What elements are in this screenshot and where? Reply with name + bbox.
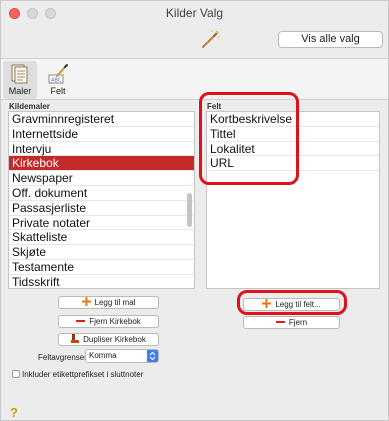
templates-scrollbar[interactable] xyxy=(187,193,192,227)
template-list-item[interactable]: Skatteliste xyxy=(9,230,194,246)
template-list-item[interactable]: Internettside xyxy=(9,127,194,142)
magic-wand-icon xyxy=(201,30,220,49)
include-label-prefix-label: Inkluder etikettprefikset i sluttnoter xyxy=(22,370,144,379)
tab-felt[interactable]: ABC Felt xyxy=(41,61,75,99)
template-list-item[interactable]: Intervju xyxy=(9,142,194,157)
add-field-highlight-annotation xyxy=(237,290,347,315)
svg-text:ABC: ABC xyxy=(51,78,62,84)
preferences-toolbar: Maler ABC Felt xyxy=(1,59,388,100)
remove-template-button[interactable]: Fjern Kirkebok xyxy=(58,315,159,328)
field-icon: ABC xyxy=(48,64,68,84)
separator-label: Feltavgrenser: xyxy=(38,353,90,362)
template-list-item[interactable]: Kirkebok xyxy=(9,156,194,172)
window-title: Kilder Valg xyxy=(165,6,224,20)
template-list-item[interactable]: Off. dokument xyxy=(9,186,194,201)
template-list-item[interactable]: Newspaper xyxy=(9,171,194,186)
duplicate-template-button[interactable]: Dupliser Kirkebok xyxy=(58,333,159,346)
separator-select[interactable]: Komma xyxy=(85,349,159,363)
remove-template-label: Fjern Kirkebok xyxy=(89,317,141,326)
tab-maler[interactable]: Maler xyxy=(3,61,37,99)
remove-field-label: Fjern xyxy=(288,318,308,327)
tab-label-maler: Maler xyxy=(8,86,32,96)
templates-header: Kildemaler xyxy=(9,102,50,111)
template-list-item[interactable]: Testamente xyxy=(9,260,194,275)
duplicate-icon xyxy=(71,334,80,344)
show-all-options-button[interactable]: Vis alle valg xyxy=(278,31,383,48)
duplicate-template-label: Dupliser Kirkebok xyxy=(83,335,146,344)
template-list-item[interactable]: Tidsskrift xyxy=(9,275,194,288)
separator-value: Komma xyxy=(89,351,117,360)
select-arrows-icon xyxy=(147,350,158,362)
kilder-valg-window: Kilder Valg Vis alle valg Maler ABC Felt… xyxy=(0,0,389,421)
tab-label-felt: Felt xyxy=(50,86,66,96)
template-list-item[interactable]: Private notater xyxy=(9,216,194,231)
template-list-item[interactable]: Gravminnregisteret xyxy=(9,112,194,127)
templates-list-items: Gravminnregisteret Internettside Intervju K… xyxy=(9,112,194,288)
include-label-prefix-checkbox[interactable] xyxy=(12,370,20,378)
minus-icon xyxy=(275,320,285,323)
add-template-button[interactable]: Legg til mal xyxy=(58,296,159,309)
help-icon[interactable]: ? xyxy=(10,405,18,420)
title-bar: Kilder Valg Vis alle valg xyxy=(1,1,388,59)
fields-highlight-annotation xyxy=(199,92,299,185)
minus-icon xyxy=(76,319,86,322)
templates-icon xyxy=(11,64,28,84)
plus-icon xyxy=(81,297,91,307)
templates-list[interactable]: Gravminnregisteret Internettside Intervju K… xyxy=(8,111,195,289)
add-template-label: Legg til mal xyxy=(94,298,136,307)
template-list-item[interactable]: Skjøte xyxy=(9,245,194,260)
template-list-item[interactable]: Passasjerliste xyxy=(9,201,194,216)
remove-field-button[interactable]: Fjern xyxy=(243,316,340,329)
